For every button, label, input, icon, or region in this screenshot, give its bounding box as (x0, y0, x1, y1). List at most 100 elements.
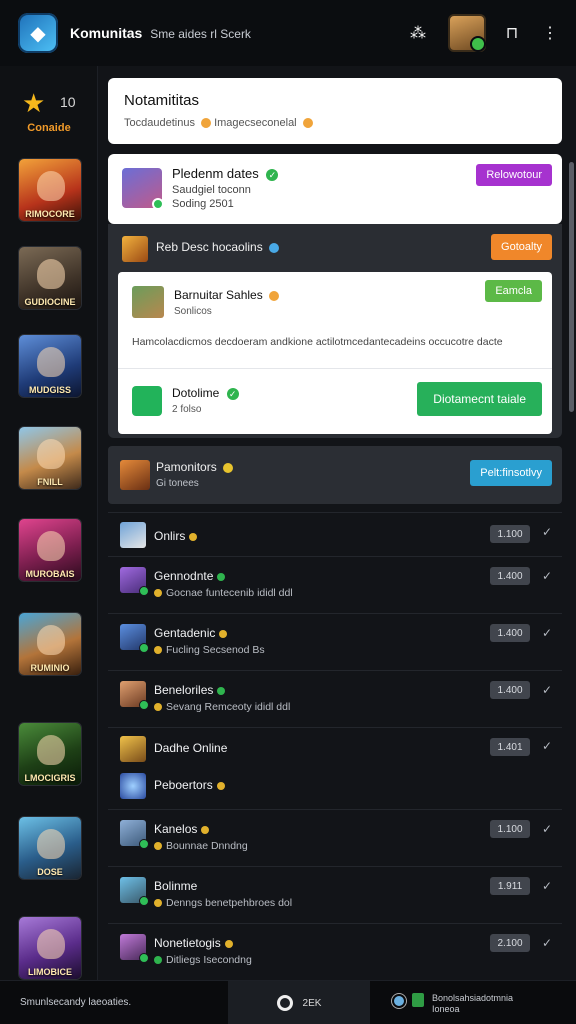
player-status-text: Bounnae Dnndng (166, 840, 248, 852)
emoji-icon (189, 532, 198, 541)
bottom-bar: Smunlsecandy laeoaties. 2EK Bonolsahsiad… (0, 980, 576, 1024)
game-tile[interactable]: RIMOCORE (18, 158, 82, 222)
game-label: LIMOBICE (28, 967, 72, 977)
game-hero (37, 531, 65, 561)
lfg-title: Pamonitors (156, 460, 234, 474)
post-title: Barnuitar Sahles (174, 288, 280, 302)
chevron-check-icon[interactable]: ✓ (542, 569, 552, 583)
player-status-text: Gocnae funtecenib ididl ddl (166, 587, 293, 599)
status-icon (217, 686, 226, 695)
scrollbar[interactable] (569, 162, 574, 412)
game-label: DOSE (37, 867, 63, 877)
group-title-text: Reb Desc hocaolins (156, 240, 263, 254)
user-avatar[interactable] (448, 14, 486, 52)
bottom-center-label: 2EK (302, 997, 322, 1009)
chevron-check-icon[interactable]: ✓ (542, 879, 552, 893)
share-icon[interactable]: ⁂ (406, 21, 430, 45)
favorites-block[interactable]: ★ 10 Conaide (0, 84, 98, 138)
online-badge-icon (152, 198, 164, 210)
group-title: Reb Desc hocaolins (156, 240, 280, 254)
player-status: Fucling Secsenod Bs (154, 644, 265, 656)
event-thumbnail (122, 168, 164, 210)
app-logo-icon[interactable]: ◆ (18, 13, 58, 53)
emoji-icon (201, 118, 212, 129)
item-action-button[interactable]: Diotamecnt taiale (417, 382, 542, 416)
game-tile[interactable]: MUDGISS (18, 334, 82, 398)
avatar-icon (392, 994, 406, 1008)
game-tile[interactable]: DOSE (18, 816, 82, 880)
player-avatar (120, 820, 149, 849)
globe-icon (269, 242, 280, 253)
player-name-text: Onlirs (154, 529, 186, 543)
game-tile[interactable]: FNILL (18, 426, 82, 490)
player-status: Bounnae Dnndng (154, 840, 248, 852)
list-item[interactable]: Gentadenic Fucling Secsenod Bs 1.400 ✓ (108, 613, 562, 670)
divider (118, 368, 552, 369)
page-subtitle-text-2: Imagecseconelal (214, 117, 297, 129)
game-tile[interactable]: LIMOBICE (18, 916, 82, 980)
main-content: Notamititas Tocdaudetinus Imagecseconela… (98, 66, 576, 980)
game-tile[interactable]: GUDIOCINE (18, 246, 82, 310)
bottom-right-line1: Bonolsahsiadotmnia (432, 993, 514, 1003)
player-name-text: Beneloriles (154, 683, 214, 697)
favorites-count: 10 (60, 94, 76, 110)
chevron-check-icon[interactable]: ✓ (542, 822, 552, 836)
game-tile[interactable]: MUROBAIS (18, 518, 82, 582)
emoji-icon (224, 939, 233, 948)
emoji-icon (154, 703, 162, 712)
chevron-check-icon[interactable]: ✓ (542, 739, 552, 753)
player-avatar (120, 567, 149, 596)
list-item[interactable]: Peboertors (108, 765, 562, 809)
list-item[interactable]: Bolinme Denngs benetpehbroes dol 1.911 ✓ (108, 866, 562, 923)
list-item[interactable]: Kanelos Bounnae Dnndng 1.100 ✓ (108, 809, 562, 866)
bag-icon[interactable]: ⊓ (500, 21, 524, 45)
chevron-check-icon[interactable]: ✓ (542, 525, 552, 539)
list-item[interactable]: Beneloriles Sevang Remceoty ididl ddl 1.… (108, 670, 562, 727)
page-title: Notamititas (124, 92, 200, 109)
event-action-button[interactable]: Relowotour (476, 164, 552, 186)
chevron-check-icon[interactable]: ✓ (542, 626, 552, 640)
player-avatar (120, 934, 149, 963)
bottom-right-info[interactable]: Bonolsahsiadotmnia Ioneoa (392, 991, 562, 1017)
list-item[interactable]: Onlirs 1.100 ✓ (108, 512, 562, 556)
app-title: Komunitas Sme aides rl Scerk (70, 25, 251, 41)
verified-check-icon: ✓ (226, 387, 239, 400)
game-tile[interactable]: LMOCIGRIS (18, 722, 82, 786)
event-card[interactable]: Pledenm dates ✓ Saudgiel toconn Soding 2… (108, 154, 562, 224)
player-score: 1.400 (490, 681, 530, 699)
status-icon (154, 956, 162, 965)
chat-app-icon (132, 386, 162, 416)
player-avatar (120, 624, 149, 653)
game-label: GUDIOCINE (24, 297, 76, 307)
emoji-icon (302, 118, 313, 129)
ring-icon (276, 995, 293, 1011)
game-hero (37, 735, 65, 765)
lfg-title-text: Pamonitors (156, 460, 217, 474)
list-item[interactable]: Gennodnte Gocnae funtecenib ididl ddl 1.… (108, 556, 562, 613)
more-icon[interactable]: ⋮ (538, 21, 562, 45)
bottom-status-text: Smunlsecandy laeoaties. (20, 997, 132, 1008)
player-name-text: Gennodnte (154, 569, 214, 583)
player-name: Bolinme (154, 879, 198, 893)
post-action-button[interactable]: Eamcla (485, 280, 542, 302)
game-hero (37, 259, 65, 289)
star-icon: ★ (22, 88, 46, 118)
group-action-button[interactable]: Gotoalty (491, 234, 552, 260)
player-name: Gennodnte (154, 569, 226, 583)
emoji-icon (223, 462, 234, 473)
lfg-action-button[interactable]: Pelt:finsotlvy (470, 460, 552, 486)
game-tile[interactable]: RUMINIO (18, 612, 82, 676)
chevron-check-icon[interactable]: ✓ (542, 936, 552, 950)
bottom-center-tab[interactable]: 2EK (228, 981, 370, 1024)
emoji-icon (154, 842, 162, 851)
group-sub-card: Barnuitar Sahles Sonlicos Eamcla Hamcola… (118, 272, 552, 434)
chevron-check-icon[interactable]: ✓ (542, 683, 552, 697)
event-title: Pledenm dates ✓ (172, 166, 279, 181)
list-item[interactable]: Nonetietogis Ditliegs Isecondng 2.100 ✓ (108, 923, 562, 978)
player-score: 1.911 (490, 877, 530, 895)
list-item[interactable]: Dadhe Online 1.401 ✓ (108, 727, 562, 765)
verified-check-icon: ✓ (266, 168, 279, 181)
lfg-card[interactable]: Pamonitors Gi tonees Pelt:finsotlvy (108, 446, 562, 504)
games-rail: ★ 10 Conaide RIMOCORE GUDIOCINE MUDGISS … (0, 66, 98, 980)
game-label: RIMOCORE (25, 209, 75, 219)
